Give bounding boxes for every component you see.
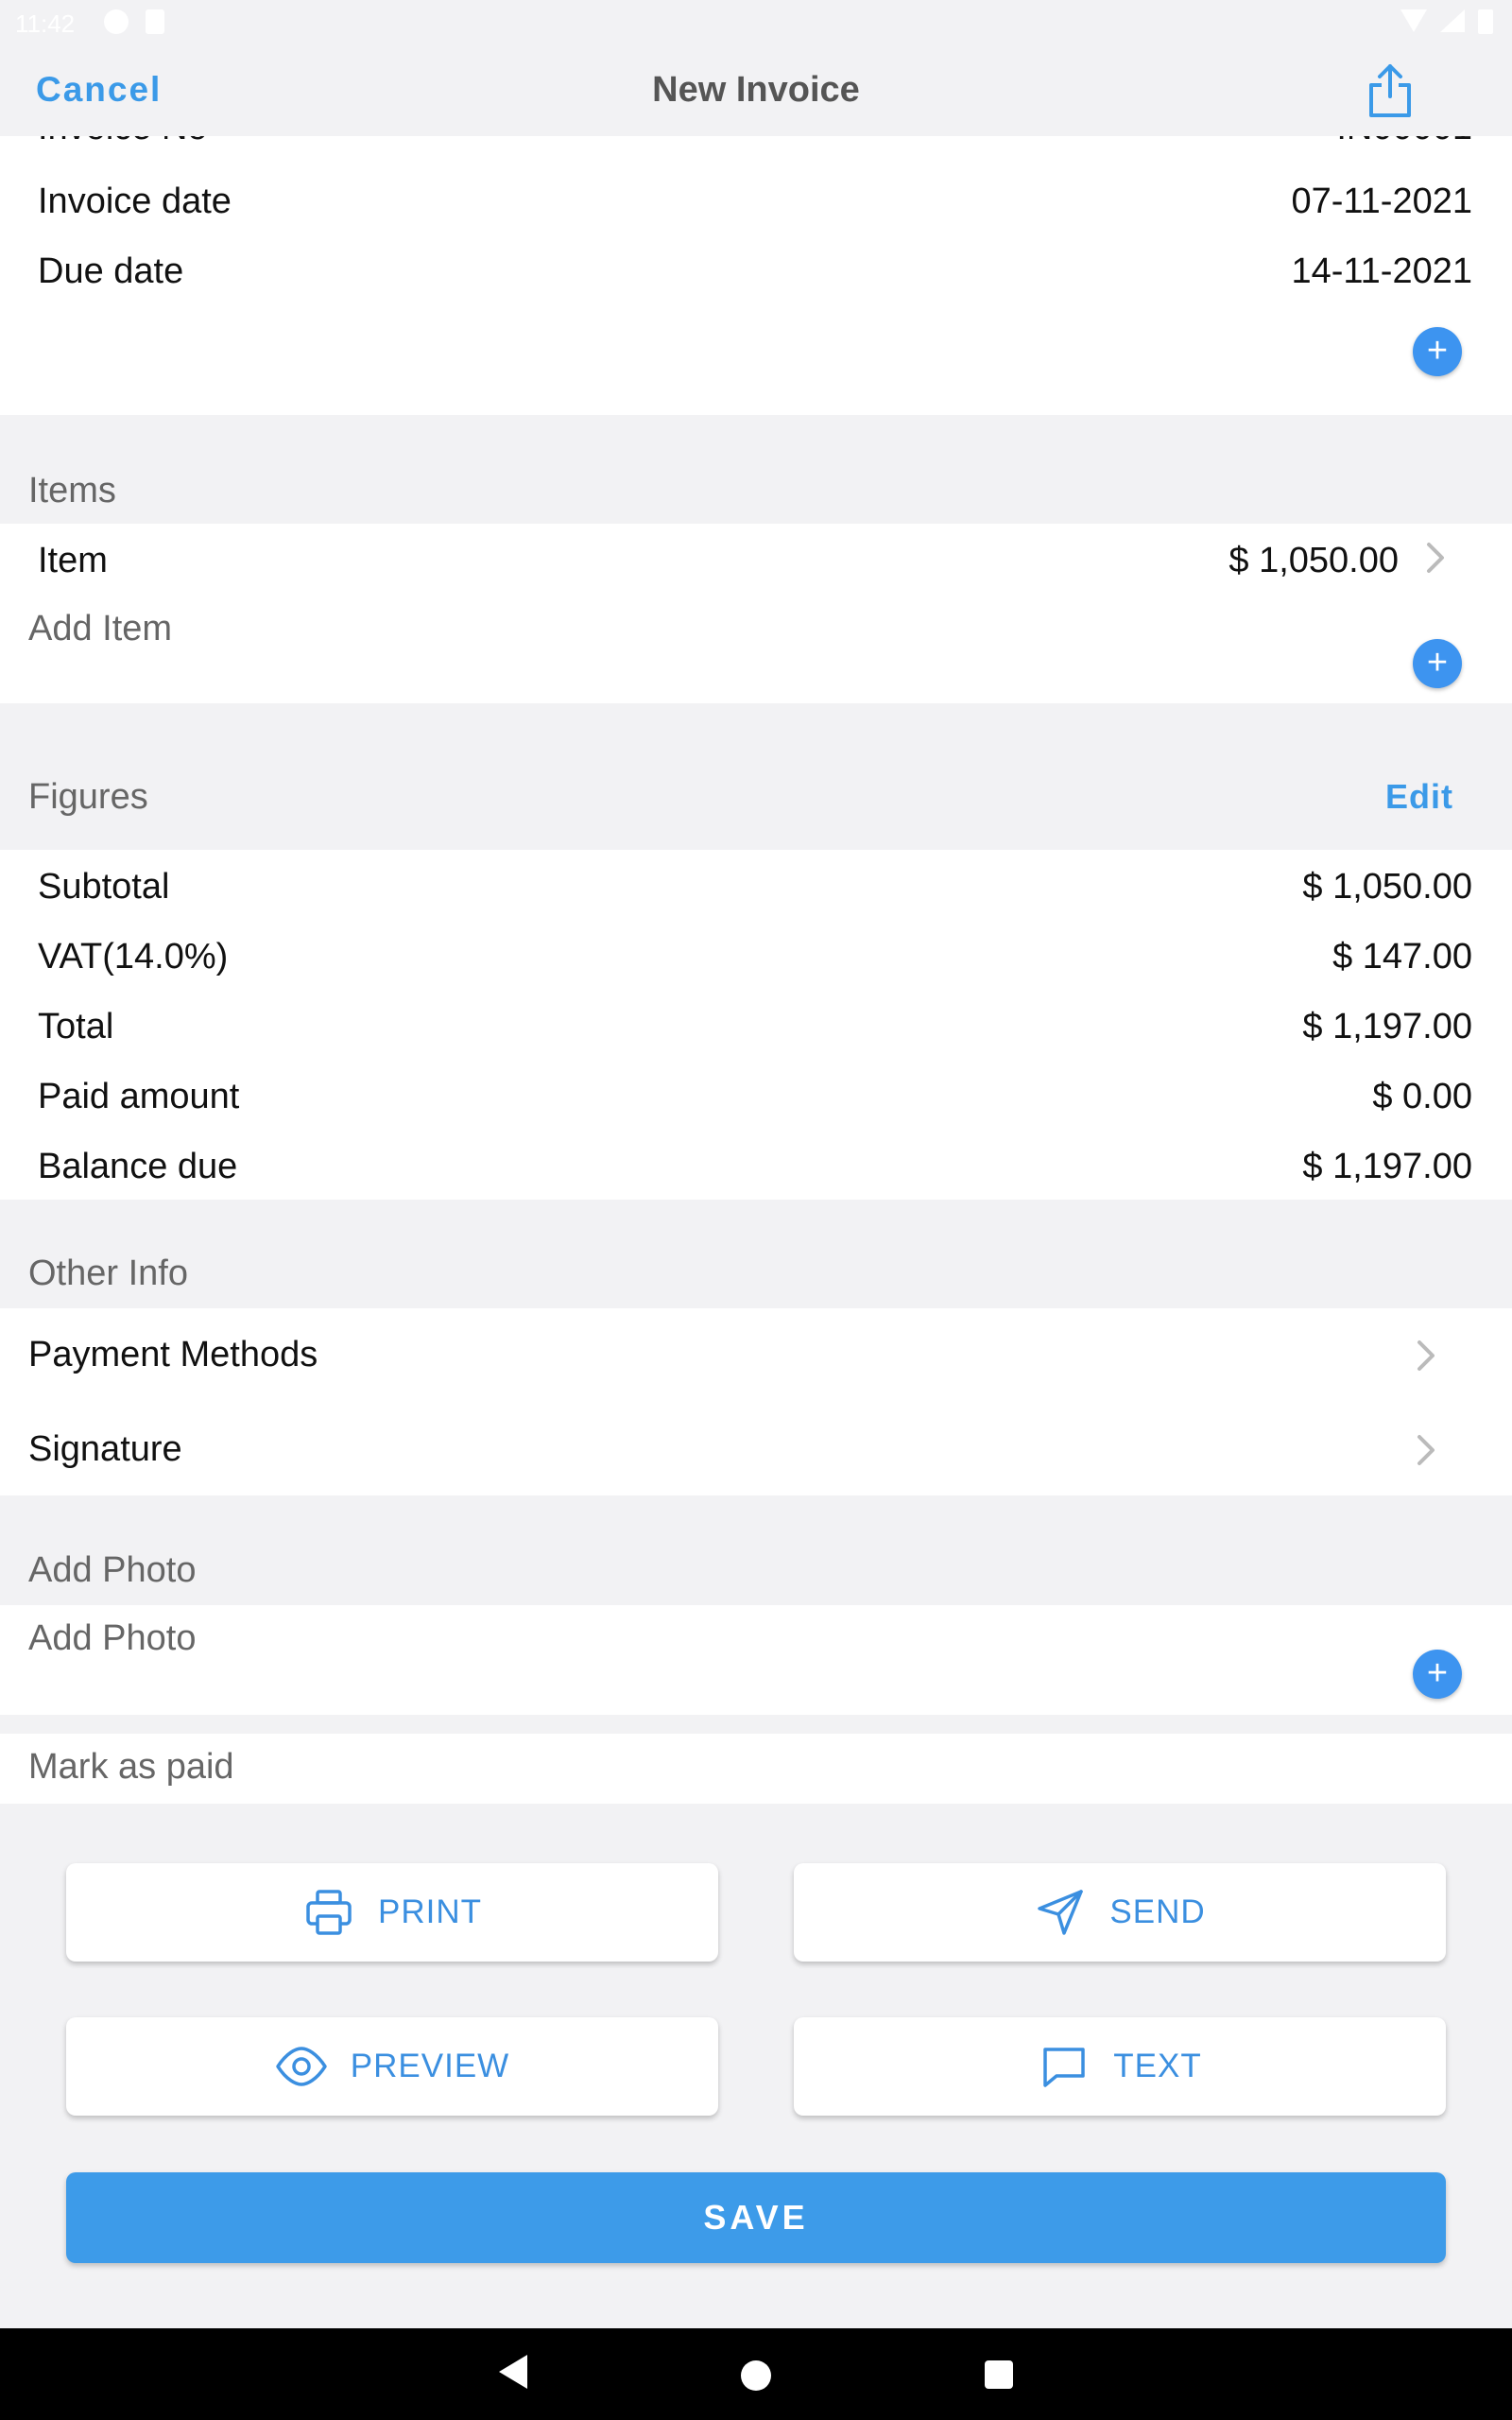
preview-label: PREVIEW [350, 2048, 510, 2084]
print-button[interactable]: PRINT [66, 1863, 718, 1962]
balance-due-value: $ 1,197.00 [1302, 1147, 1472, 1186]
chevron-right-icon [1427, 543, 1444, 573]
vat-label: VAT(14.0%) [38, 937, 229, 977]
subtotal-label: Subtotal [38, 867, 170, 907]
other-info-section-header: Other Info [28, 1253, 188, 1293]
status-bar: 11:42 [0, 0, 1512, 47]
paid-amount-value: $ 0.00 [1372, 1077, 1472, 1116]
send-button[interactable]: SEND [794, 1863, 1446, 1962]
invoice-no-value[interactable]: IN00001 [1336, 136, 1472, 148]
total-value: $ 1,197.00 [1302, 1007, 1472, 1046]
vat-value: $ 147.00 [1332, 937, 1472, 977]
notification-icon [104, 9, 129, 34]
recent-apps-icon[interactable] [985, 2360, 1013, 2389]
other-info-section: Payment Methods Signature [0, 1308, 1512, 1495]
balance-due-label: Balance due [38, 1147, 238, 1186]
paid-amount-label: Paid amount [38, 1077, 240, 1116]
total-label: Total [38, 1007, 114, 1046]
items-section: Item $ 1,050.00 Add Item + [0, 524, 1512, 703]
print-label: PRINT [378, 1893, 482, 1930]
items-section-header: Items [28, 471, 116, 510]
item-label: Item [38, 541, 108, 580]
subtotal-value: $ 1,050.00 [1302, 867, 1472, 907]
printer-icon [306, 1890, 352, 1935]
signature-label: Signature [28, 1429, 182, 1469]
mark-as-paid-label: Mark as paid [28, 1747, 234, 1787]
text-label: TEXT [1113, 2048, 1202, 2084]
item-value: $ 1,050.00 [1228, 541, 1399, 580]
photo-section: Add Photo + [0, 1605, 1512, 1715]
add-invoice-field-button[interactable]: + [1413, 327, 1462, 376]
due-date-value[interactable]: 14-11-2021 [1291, 251, 1472, 292]
invoice-date-value[interactable]: 07-11-2021 [1291, 182, 1472, 222]
eye-icon [276, 2047, 327, 2086]
chevron-right-icon [1418, 1340, 1435, 1371]
add-item-button[interactable]: + [1413, 639, 1462, 688]
send-label: SEND [1109, 1893, 1206, 1930]
add-item-label[interactable]: Add Item [28, 609, 172, 649]
status-time: 11:42 [15, 9, 76, 38]
share-icon[interactable] [1366, 62, 1414, 119]
message-icon [1043, 2048, 1086, 2087]
system-navigation-bar [0, 2328, 1512, 2420]
save-button[interactable]: SAVE [66, 2172, 1446, 2263]
add-photo-label[interactable]: Add Photo [28, 1618, 196, 1659]
invoice-date-label: Invoice date [38, 182, 232, 221]
back-icon[interactable] [499, 2355, 527, 2389]
send-icon [1038, 1890, 1084, 1935]
add-photo-button[interactable]: + [1413, 1650, 1462, 1699]
invoice-no-label: Invoice No [38, 136, 208, 148]
photo-section-header: Add Photo [28, 1550, 197, 1590]
wifi-icon [1400, 9, 1427, 32]
preview-button[interactable]: PREVIEW [66, 2017, 718, 2116]
invoice-details-section: Invoice No IN00001 Invoice date 07-11-20… [0, 136, 1512, 415]
figures-section-header: Figures [28, 777, 148, 817]
mark-as-paid-row[interactable]: Mark as paid [0, 1734, 1512, 1804]
battery-icon [1478, 9, 1493, 34]
text-button[interactable]: TEXT [794, 2017, 1446, 2116]
page-title: New Invoice [652, 70, 860, 110]
signal-icon [1440, 9, 1465, 32]
top-nav-bar: Cancel New Invoice [0, 47, 1512, 136]
chevron-right-icon [1418, 1435, 1435, 1465]
payment-methods-label: Payment Methods [28, 1335, 318, 1374]
edit-figures-button[interactable]: Edit [1385, 777, 1453, 817]
due-date-label: Due date [38, 251, 184, 291]
sd-card-icon [146, 9, 164, 34]
home-icon[interactable] [741, 2360, 771, 2391]
figures-section: Subtotal $ 1,050.00 VAT(14.0%) $ 147.00 … [0, 850, 1512, 1200]
